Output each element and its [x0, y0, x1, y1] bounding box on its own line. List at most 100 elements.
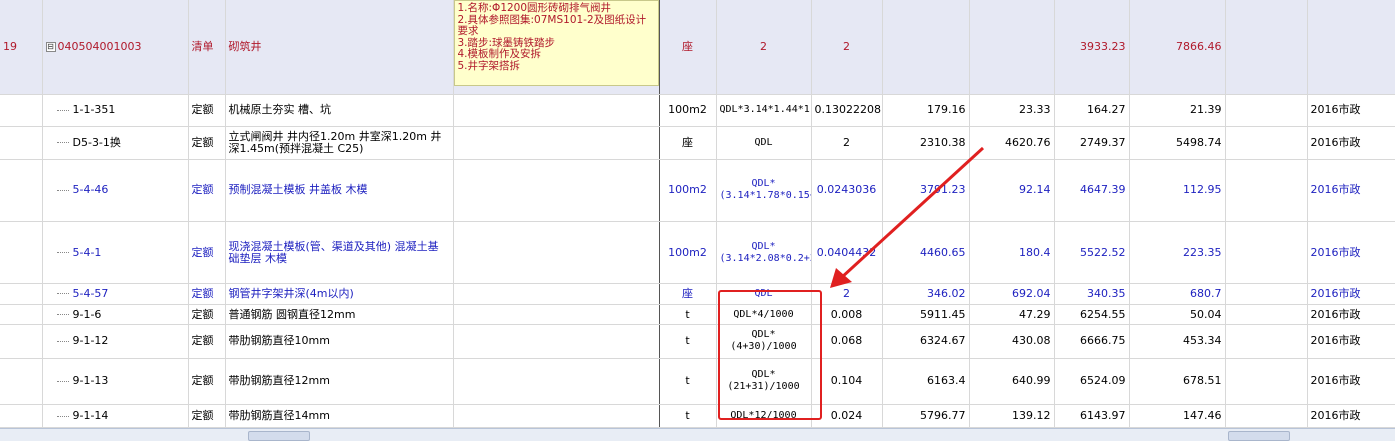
quota-amount[interactable]: 430.08 — [969, 324, 1055, 359]
quota-code[interactable]: 1-1-351 — [42, 94, 189, 127]
quota-formula[interactable]: QDL*(3.14*2.08*0.2+3.14*2.28*0.1) — [716, 221, 812, 285]
quota-formula[interactable]: QDL*(4+30)/1000 — [716, 324, 812, 359]
quota-row[interactable]: 9-1-14 定额 带肋钢筋直径14mm t QDL*12/1000 0.024 5796.… — [0, 404, 1395, 428]
quota-value4[interactable]: 453.34 — [1129, 324, 1226, 359]
quota-name[interactable]: 立式闸阀井 井内径1.20m 井室深1.20m 井深1.45m(预拌混凝土 C2… — [225, 126, 454, 160]
quota-amount[interactable]: 92.14 — [969, 159, 1055, 222]
quota-amount[interactable]: 47.29 — [969, 304, 1055, 326]
quota-value4[interactable]: 680.7 — [1129, 283, 1226, 305]
quota-unit[interactable]: t — [659, 404, 717, 428]
quota-spec[interactable]: 2016市政 — [1307, 159, 1395, 222]
quota-unit[interactable]: 座 — [659, 126, 717, 160]
quota-spec[interactable]: 2016市政 — [1307, 404, 1395, 428]
quota-code[interactable]: 5-4-46 — [42, 159, 189, 222]
quota-value3[interactable]: 340.35 — [1054, 283, 1130, 305]
quota-unit[interactable]: 100m2 — [659, 94, 717, 127]
quota-unit[interactable]: t — [659, 358, 717, 406]
quota-amount[interactable]: 139.12 — [969, 404, 1055, 428]
quota-quantity[interactable]: 0.0404432 — [811, 221, 883, 285]
quota-quantity[interactable]: 0.008 — [811, 304, 883, 326]
quota-price[interactable]: 6163.4 — [882, 358, 970, 406]
quota-quantity[interactable]: 2 — [811, 283, 883, 305]
quota-code[interactable]: 9-1-12 — [42, 324, 189, 359]
quota-price[interactable]: 5911.45 — [882, 304, 970, 326]
quota-row[interactable]: 5-4-1 定额 现浇混凝土模板(管、渠道及其他) 混凝土基础垫层 木模 100m2 Q… — [0, 221, 1395, 285]
quota-quantity[interactable]: 0.068 — [811, 324, 883, 359]
quota-spec[interactable]: 2016市政 — [1307, 358, 1395, 406]
quota-price[interactable]: 346.02 — [882, 283, 970, 305]
bill-quantity[interactable]: 2 — [811, 0, 883, 95]
quota-price[interactable]: 4460.65 — [882, 221, 970, 285]
quota-value3[interactable]: 4647.39 — [1054, 159, 1130, 222]
quota-formula[interactable]: QDL*4/1000 — [716, 304, 812, 326]
quota-formula[interactable]: QDL*(3.14*1.78*0.15+3.14*0.8*0.15) — [716, 159, 812, 222]
bill-row[interactable]: 19 ⊟ 040504001003 清单 砌筑井 1.名称:Φ1200圆形砖砌排气… — [0, 0, 1395, 95]
quota-code[interactable]: 9-1-14 — [42, 404, 189, 428]
quota-row[interactable]: 5-4-46 定额 预制混凝土模板 井盖板 木模 100m2 QDL*(3.14*1.7… — [0, 159, 1395, 222]
quota-category[interactable]: 定额 — [188, 159, 226, 222]
quota-code[interactable]: D5-3-1换 — [42, 126, 189, 160]
quota-quantity[interactable]: 0.024 — [811, 404, 883, 428]
quota-formula[interactable]: QDL — [716, 126, 812, 160]
quota-spec[interactable]: 2016市政 — [1307, 94, 1395, 127]
bill-formula[interactable]: 2 — [716, 0, 812, 95]
quota-value3[interactable]: 5522.52 — [1054, 221, 1130, 285]
quota-unit[interactable]: t — [659, 324, 717, 359]
quota-name[interactable]: 预制混凝土模板 井盖板 木模 — [225, 159, 454, 222]
quota-row[interactable]: 9-1-13 定额 带肋钢筋直径12mm t QDL*(21+31)/1000 0.104… — [0, 358, 1395, 406]
quota-value4[interactable]: 112.95 — [1129, 159, 1226, 222]
quota-value4[interactable]: 50.04 — [1129, 304, 1226, 326]
quota-unit[interactable]: t — [659, 304, 717, 326]
quota-unit[interactable]: 座 — [659, 283, 717, 305]
quota-price[interactable]: 3791.23 — [882, 159, 970, 222]
quota-category[interactable]: 定额 — [188, 324, 226, 359]
quota-category[interactable]: 定额 — [188, 94, 226, 127]
quota-formula[interactable]: QDL*(21+31)/1000 — [716, 358, 812, 406]
quota-value3[interactable]: 6524.09 — [1054, 358, 1130, 406]
quota-category[interactable]: 定额 — [188, 304, 226, 326]
horizontal-scrollbar[interactable] — [0, 428, 1395, 441]
quota-quantity[interactable]: 2 — [811, 126, 883, 160]
quota-value3[interactable]: 164.27 — [1054, 94, 1130, 127]
quota-category[interactable]: 定额 — [188, 404, 226, 428]
quota-price[interactable]: 179.16 — [882, 94, 970, 127]
quota-code[interactable]: 9-1-6 — [42, 304, 189, 326]
quota-price[interactable]: 5796.77 — [882, 404, 970, 428]
quota-row[interactable]: 5-4-57 定额 钢管井字架井深(4m以内) 座 QDL 2 346.02 692.04 34… — [0, 283, 1395, 305]
quota-name[interactable]: 普通钢筋 圆钢直径12mm — [225, 304, 454, 326]
quota-category[interactable]: 定额 — [188, 283, 226, 305]
quota-price[interactable]: 6324.67 — [882, 324, 970, 359]
bill-description[interactable]: 1.名称:Φ1200圆形砖砌排气阀井 2.具体参照图集:07MS101-2及图纸设… — [453, 0, 658, 86]
quota-category[interactable]: 定额 — [188, 126, 226, 160]
quota-amount[interactable]: 4620.76 — [969, 126, 1055, 160]
quota-spec[interactable]: 2016市政 — [1307, 304, 1395, 326]
quota-row[interactable]: 1-1-351 定额机械原土夯实 槽、坑 100m2QDL*3.14*1.44*1.… — [0, 94, 1395, 127]
quota-price[interactable]: 2310.38 — [882, 126, 970, 160]
quota-name[interactable]: 带肋钢筋直径12mm — [225, 358, 454, 406]
quota-value4[interactable]: 678.51 — [1129, 358, 1226, 406]
quota-code[interactable]: 5-4-1 — [42, 221, 189, 285]
quota-amount[interactable]: 640.99 — [969, 358, 1055, 406]
quota-value4[interactable]: 5498.74 — [1129, 126, 1226, 160]
quota-value3[interactable]: 6666.75 — [1054, 324, 1130, 359]
quota-value4[interactable]: 21.39 — [1129, 94, 1226, 127]
quota-code[interactable]: 5-4-57 — [42, 283, 189, 305]
quota-quantity[interactable]: 0.13022208 — [811, 94, 883, 127]
quota-amount[interactable]: 180.4 — [969, 221, 1055, 285]
quota-row[interactable]: D5-3-1换 定额 立式闸阀井 井内径1.20m 井室深1.20m 井深1.45m… — [0, 126, 1395, 160]
quota-unit[interactable]: 100m2 — [659, 159, 717, 222]
quota-row[interactable]: 9-1-12 定额 带肋钢筋直径10mm t QDL*(4+30)/1000 0.068 6… — [0, 324, 1395, 359]
quota-spec[interactable]: 2016市政 — [1307, 283, 1395, 305]
quota-name[interactable]: 钢管井字架井深(4m以内) — [225, 283, 454, 305]
quota-value3[interactable]: 6254.55 — [1054, 304, 1130, 326]
quota-value3[interactable]: 2749.37 — [1054, 126, 1130, 160]
quota-formula[interactable]: QDL*3.14*1.44*1.44 — [716, 94, 812, 127]
quota-formula[interactable]: QDL — [716, 283, 812, 305]
quota-name[interactable]: 带肋钢筋直径14mm — [225, 404, 454, 428]
collapse-icon[interactable]: ⊟ — [45, 41, 56, 52]
bill-name[interactable]: 砌筑井 — [225, 0, 454, 95]
bill-description-cell[interactable]: 1.名称:Φ1200圆形砖砌排气阀井 2.具体参照图集:07MS101-2及图纸设… — [453, 0, 660, 95]
quota-formula[interactable]: QDL*12/1000 — [716, 404, 812, 428]
quota-name[interactable]: 带肋钢筋直径10mm — [225, 324, 454, 359]
quota-quantity[interactable]: 0.0243036 — [811, 159, 883, 222]
